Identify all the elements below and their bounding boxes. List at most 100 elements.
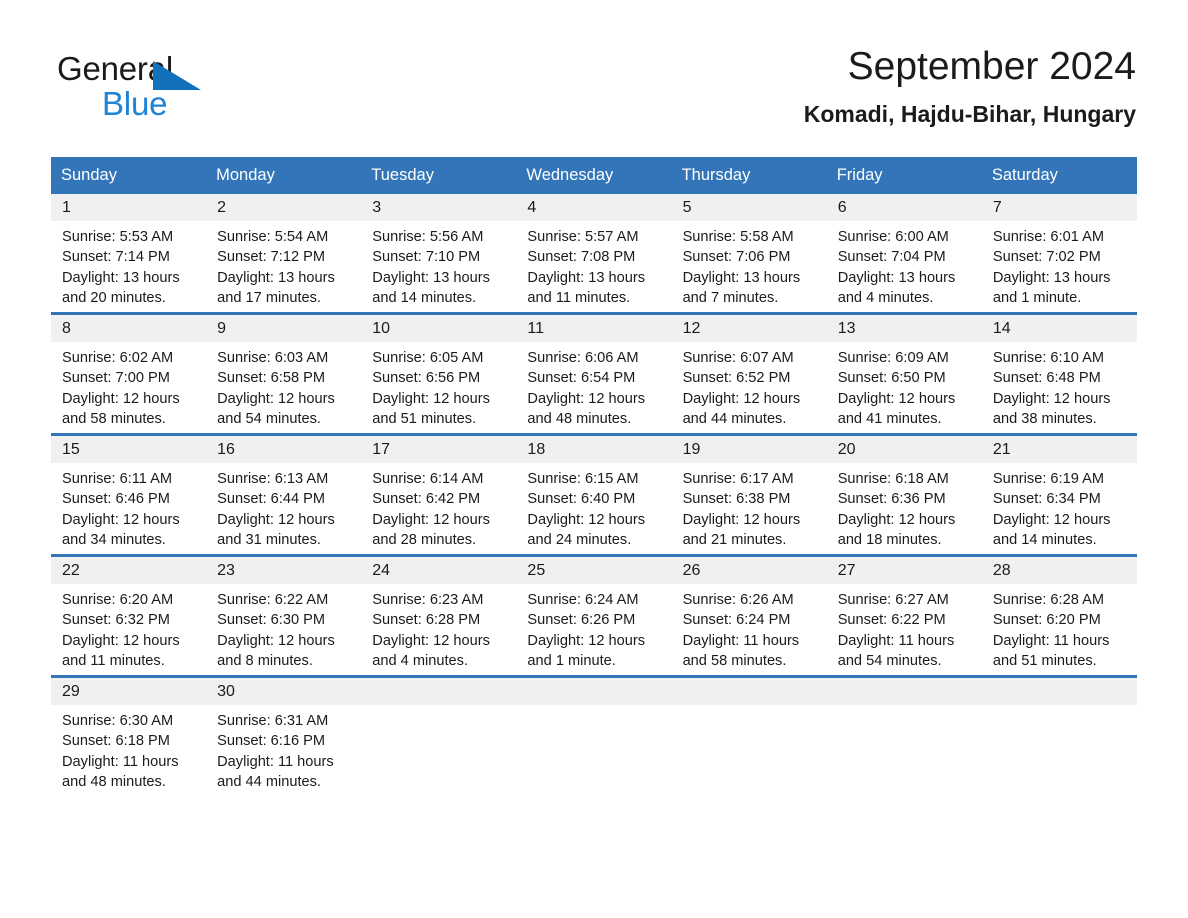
daylight-text-line2: and 38 minutes.: [992, 410, 1097, 427]
day-number: 20: [826, 436, 982, 463]
day-number: 8: [51, 315, 207, 342]
daylight-text-line1: Daylight: 12 hours: [217, 390, 335, 407]
daylight-text-line2: and 58 minutes.: [62, 410, 166, 427]
day-cell-empty: [826, 675, 982, 796]
day-number: 21: [981, 436, 1137, 463]
day-details: Sunrise: 6:02 AM Sunset: 7:00 PM Daylight:…: [51, 342, 206, 429]
day-cell[interactable]: 12 Sunrise: 6:07 AM Sunset: 6:52 PM Dayligh…: [671, 312, 827, 435]
week-row: 29 Sunrise: 6:30 AM Sunset: 6:18 PM Dayligh…: [51, 675, 1137, 796]
sunset-text: Sunset: 6:52 PM: [682, 370, 791, 387]
day-cell[interactable]: 30 Sunrise: 6:31 AM Sunset: 6:16 PM Dayligh…: [206, 675, 362, 796]
daylight-text-line2: and 51 minutes.: [372, 410, 477, 427]
day-cell[interactable]: 10 Sunrise: 6:05 AM Sunset: 6:56 PM Dayligh…: [361, 312, 517, 435]
weekday-header-sunday: Sunday: [51, 157, 207, 194]
day-cell[interactable]: 14 Sunrise: 6:10 AM Sunset: 6:48 PM Dayligh…: [981, 312, 1137, 435]
day-details: Sunrise: 6:31 AM Sunset: 6:16 PM Daylight:…: [206, 705, 361, 792]
daylight-text-line2: and 44 minutes.: [682, 410, 787, 427]
week-row: 15 Sunrise: 6:11 AM Sunset: 6:46 PM Dayligh…: [51, 433, 1137, 556]
daylight-text-line1: Daylight: 12 hours: [682, 511, 801, 528]
daylight-text-line2: and 8 minutes.: [217, 652, 313, 669]
weekday-header-friday: Friday: [826, 157, 982, 194]
sunset-text: Sunset: 7:14 PM: [62, 249, 170, 266]
day-number: 23: [206, 557, 362, 584]
day-number: 3: [361, 194, 517, 221]
day-cell[interactable]: 5 Sunrise: 5:58 AM Sunset: 7:06 PM Daylight…: [671, 194, 827, 314]
day-details: Sunrise: 6:19 AM Sunset: 6:34 PM Daylight:…: [982, 463, 1137, 550]
day-cell[interactable]: 8 Sunrise: 6:02 AM Sunset: 7:00 PM Daylight…: [51, 312, 207, 435]
daylight-text-line2: and 21 minutes.: [682, 531, 787, 548]
sunrise-text: Sunrise: 5:54 AM: [217, 229, 329, 245]
day-cell[interactable]: 9 Sunrise: 6:03 AM Sunset: 6:58 PM Daylight…: [206, 312, 362, 435]
day-cell[interactable]: 24 Sunrise: 6:23 AM Sunset: 6:28 PM Dayligh…: [361, 554, 517, 677]
daylight-text-line1: Daylight: 12 hours: [527, 511, 646, 528]
day-cell[interactable]: 19 Sunrise: 6:17 AM Sunset: 6:38 PM Dayligh…: [671, 433, 827, 556]
day-number: 2: [206, 194, 362, 221]
day-cell[interactable]: 6 Sunrise: 6:00 AM Sunset: 7:04 PM Daylight…: [826, 194, 982, 314]
day-number: 24: [361, 557, 517, 584]
sunset-text: Sunset: 6:28 PM: [372, 612, 481, 629]
day-cell[interactable]: 18 Sunrise: 6:15 AM Sunset: 6:40 PM Dayligh…: [516, 433, 672, 556]
day-cell[interactable]: 13 Sunrise: 6:09 AM Sunset: 6:50 PM Dayligh…: [826, 312, 982, 435]
weekday-header-thursday: Thursday: [671, 157, 827, 194]
daylight-text-line1: Daylight: 13 hours: [682, 269, 801, 286]
day-cell[interactable]: 16 Sunrise: 6:13 AM Sunset: 6:44 PM Dayligh…: [206, 433, 362, 556]
day-cell[interactable]: 15 Sunrise: 6:11 AM Sunset: 6:46 PM Dayligh…: [51, 433, 207, 556]
sunrise-text: Sunrise: 6:18 AM: [837, 471, 949, 487]
daylight-text-line2: and 11 minutes.: [62, 652, 165, 669]
day-cell[interactable]: 21 Sunrise: 6:19 AM Sunset: 6:34 PM Dayligh…: [981, 433, 1137, 556]
daylight-text-line2: and 1 minute.: [992, 289, 1082, 306]
sunset-text: Sunset: 7:02 PM: [992, 249, 1101, 266]
logo-text-blue: Blue: [102, 85, 168, 122]
sunrise-text: Sunrise: 5:57 AM: [527, 229, 639, 245]
daylight-text-line2: and 18 minutes.: [837, 531, 942, 548]
sunrise-text: Sunrise: 6:02 AM: [62, 350, 174, 366]
day-cell[interactable]: 29 Sunrise: 6:30 AM Sunset: 6:18 PM Dayligh…: [51, 675, 207, 796]
logo-triangle-icon: [153, 61, 201, 90]
daylight-text-line1: Daylight: 13 hours: [527, 269, 646, 286]
day-details: Sunrise: 5:53 AM Sunset: 7:14 PM Daylight:…: [51, 221, 206, 308]
day-details: Sunrise: 6:30 AM Sunset: 6:18 PM Daylight:…: [51, 705, 206, 792]
day-cell[interactable]: 11 Sunrise: 6:06 AM Sunset: 6:54 PM Dayligh…: [516, 312, 672, 435]
day-details: [672, 705, 827, 711]
location-subtitle: Komadi, Hajdu-Bihar, Hungary: [803, 101, 1136, 127]
day-cell[interactable]: 1 Sunrise: 5:53 AM Sunset: 7:14 PM Daylight…: [51, 194, 207, 314]
daylight-text-line1: Daylight: 12 hours: [372, 390, 490, 407]
day-number: 27: [826, 557, 982, 584]
day-details: Sunrise: 5:54 AM Sunset: 7:12 PM Daylight:…: [206, 221, 361, 308]
day-cell[interactable]: 20 Sunrise: 6:18 AM Sunset: 6:36 PM Dayligh…: [826, 433, 982, 556]
day-details: Sunrise: 6:22 AM Sunset: 6:30 PM Daylight:…: [206, 584, 361, 671]
day-details: Sunrise: 6:09 AM Sunset: 6:50 PM Daylight:…: [827, 342, 982, 429]
day-cell[interactable]: 3 Sunrise: 5:56 AM Sunset: 7:10 PM Daylight…: [361, 194, 517, 314]
sunset-text: Sunset: 6:32 PM: [62, 612, 170, 629]
day-cell[interactable]: 26 Sunrise: 6:26 AM Sunset: 6:24 PM Dayligh…: [671, 554, 827, 677]
daylight-text-line2: and 31 minutes.: [217, 531, 321, 548]
day-details: Sunrise: 6:06 AM Sunset: 6:54 PM Daylight:…: [516, 342, 671, 429]
week-row: 22 Sunrise: 6:20 AM Sunset: 6:32 PM Dayligh…: [51, 554, 1137, 677]
sunset-text: Sunset: 6:50 PM: [837, 370, 946, 387]
day-details: Sunrise: 6:24 AM Sunset: 6:26 PM Daylight:…: [516, 584, 671, 671]
day-details: Sunrise: 6:01 AM Sunset: 7:02 PM Daylight:…: [982, 221, 1137, 308]
day-cell[interactable]: 17 Sunrise: 6:14 AM Sunset: 6:42 PM Dayligh…: [361, 433, 517, 556]
calendar-body: 1 Sunrise: 5:53 AM Sunset: 7:14 PM Daylight…: [51, 194, 1137, 796]
day-cell[interactable]: 22 Sunrise: 6:20 AM Sunset: 6:32 PM Dayligh…: [51, 554, 207, 677]
day-cell[interactable]: 7 Sunrise: 6:01 AM Sunset: 7:02 PM Daylight…: [981, 194, 1137, 314]
daylight-text-line2: and 51 minutes.: [992, 652, 1097, 669]
day-cell[interactable]: 23 Sunrise: 6:22 AM Sunset: 6:30 PM Dayligh…: [206, 554, 362, 677]
day-cell[interactable]: 27 Sunrise: 6:27 AM Sunset: 6:22 PM Dayligh…: [826, 554, 982, 677]
page-header: General Blue September 2024 Komadi, Hajd…: [0, 0, 1188, 127]
sunset-text: Sunset: 6:18 PM: [62, 733, 170, 750]
day-cell[interactable]: 28 Sunrise: 6:28 AM Sunset: 6:20 PM Dayligh…: [981, 554, 1137, 677]
daylight-text-line1: Daylight: 12 hours: [217, 511, 335, 528]
sunrise-text: Sunrise: 6:05 AM: [372, 350, 484, 366]
calendar-header-row: Sunday Monday Tuesday Wednesday Thursday…: [51, 157, 1137, 194]
daylight-text-line1: Daylight: 12 hours: [62, 632, 180, 649]
calendar-page: General Blue September 2024 Komadi, Hajd…: [0, 0, 1188, 918]
sunset-text: Sunset: 6:48 PM: [992, 370, 1101, 387]
day-number: 5: [671, 194, 827, 221]
day-cell[interactable]: 2 Sunrise: 5:54 AM Sunset: 7:12 PM Daylight…: [206, 194, 362, 314]
day-cell[interactable]: 25 Sunrise: 6:24 AM Sunset: 6:26 PM Dayligh…: [516, 554, 672, 677]
daylight-text-line2: and 44 minutes.: [217, 773, 321, 790]
day-cell[interactable]: 4 Sunrise: 5:57 AM Sunset: 7:08 PM Daylight…: [516, 194, 672, 314]
sunrise-text: Sunrise: 6:15 AM: [527, 471, 639, 487]
sunset-text: Sunset: 6:40 PM: [527, 491, 636, 508]
